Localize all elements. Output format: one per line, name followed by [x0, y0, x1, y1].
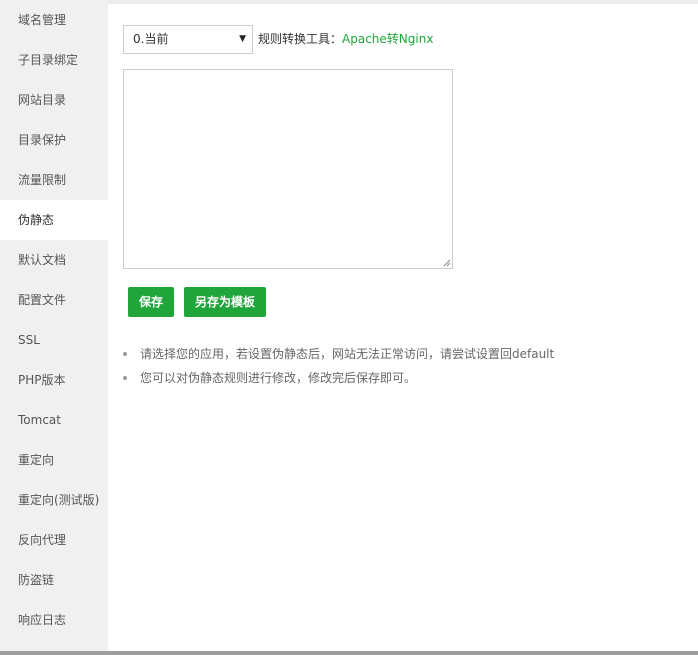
dropdown-arrow-icon: ▼: [239, 34, 246, 44]
sidebar-item-domain-management[interactable]: 域名管理: [0, 0, 108, 40]
rewrite-rules-textarea[interactable]: [123, 69, 453, 269]
bottom-border: [0, 651, 698, 655]
rule-convert-tool-label: 规则转换工具：: [258, 32, 343, 46]
resize-handle-icon[interactable]: [443, 259, 451, 267]
sidebar-item-redirect[interactable]: 重定向: [0, 440, 108, 480]
sidebar: 域名管理 子目录绑定 网站目录 目录保护 流量限制 伪静态 默认文档 配置文件 …: [0, 0, 108, 651]
sidebar-item-directory-protection[interactable]: 目录保护: [0, 120, 108, 160]
sidebar-item-default-document[interactable]: 默认文档: [0, 240, 108, 280]
save-button[interactable]: 保存: [128, 287, 174, 317]
sidebar-item-rewrite[interactable]: 伪静态: [0, 200, 108, 240]
tip-item: 请选择您的应用，若设置伪静态后，网站无法正常访问，请尝试设置回default: [122, 344, 554, 368]
sidebar-item-hotlink-protection[interactable]: 防盗链: [0, 560, 108, 600]
tips-list: 请选择您的应用，若设置伪静态后，网站无法正常访问，请尝试设置回default 您…: [122, 344, 554, 392]
sidebar-item-redirect-beta[interactable]: 重定向(测试版): [0, 480, 108, 520]
sidebar-item-config-file[interactable]: 配置文件: [0, 280, 108, 320]
rewrite-template-select[interactable]: 0.当前 ▼: [123, 25, 253, 54]
apache-to-nginx-link[interactable]: Apache转Nginx: [342, 32, 433, 46]
rewrite-template-select-value: 0.当前: [133, 32, 169, 46]
sidebar-item-php-version[interactable]: PHP版本: [0, 360, 108, 400]
sidebar-item-traffic-limit[interactable]: 流量限制: [0, 160, 108, 200]
sidebar-item-tomcat[interactable]: Tomcat: [0, 400, 108, 440]
rule-convert-tool: 规则转换工具：Apache转Nginx: [258, 25, 433, 54]
rewrite-panel: 0.当前 ▼ 规则转换工具：Apache转Nginx 保存 另存为模板 请选择您…: [108, 4, 698, 651]
sidebar-item-ssl[interactable]: SSL: [0, 320, 108, 360]
sidebar-item-subdirectory-binding[interactable]: 子目录绑定: [0, 40, 108, 80]
sidebar-item-site-directory[interactable]: 网站目录: [0, 80, 108, 120]
tip-text: 请选择您的应用，若设置伪静态后，网站无法正常访问，请尝试设置回default: [140, 347, 555, 361]
sidebar-item-reverse-proxy[interactable]: 反向代理: [0, 520, 108, 560]
sidebar-item-response-log[interactable]: 响应日志: [0, 600, 108, 640]
bullet-icon: [123, 352, 127, 356]
save-as-template-button[interactable]: 另存为模板: [184, 287, 266, 317]
tip-item: 您可以对伪静态规则进行修改，修改完后保存即可。: [122, 368, 554, 392]
tip-text: 您可以对伪静态规则进行修改，修改完后保存即可。: [140, 371, 417, 385]
bullet-icon: [123, 376, 127, 380]
